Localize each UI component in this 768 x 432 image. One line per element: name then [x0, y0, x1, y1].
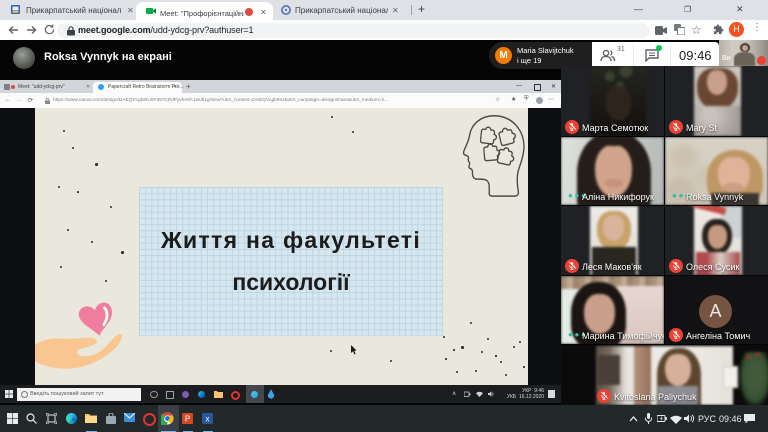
svg-text:x: x — [206, 415, 210, 424]
svg-text:P: P — [185, 415, 190, 424]
